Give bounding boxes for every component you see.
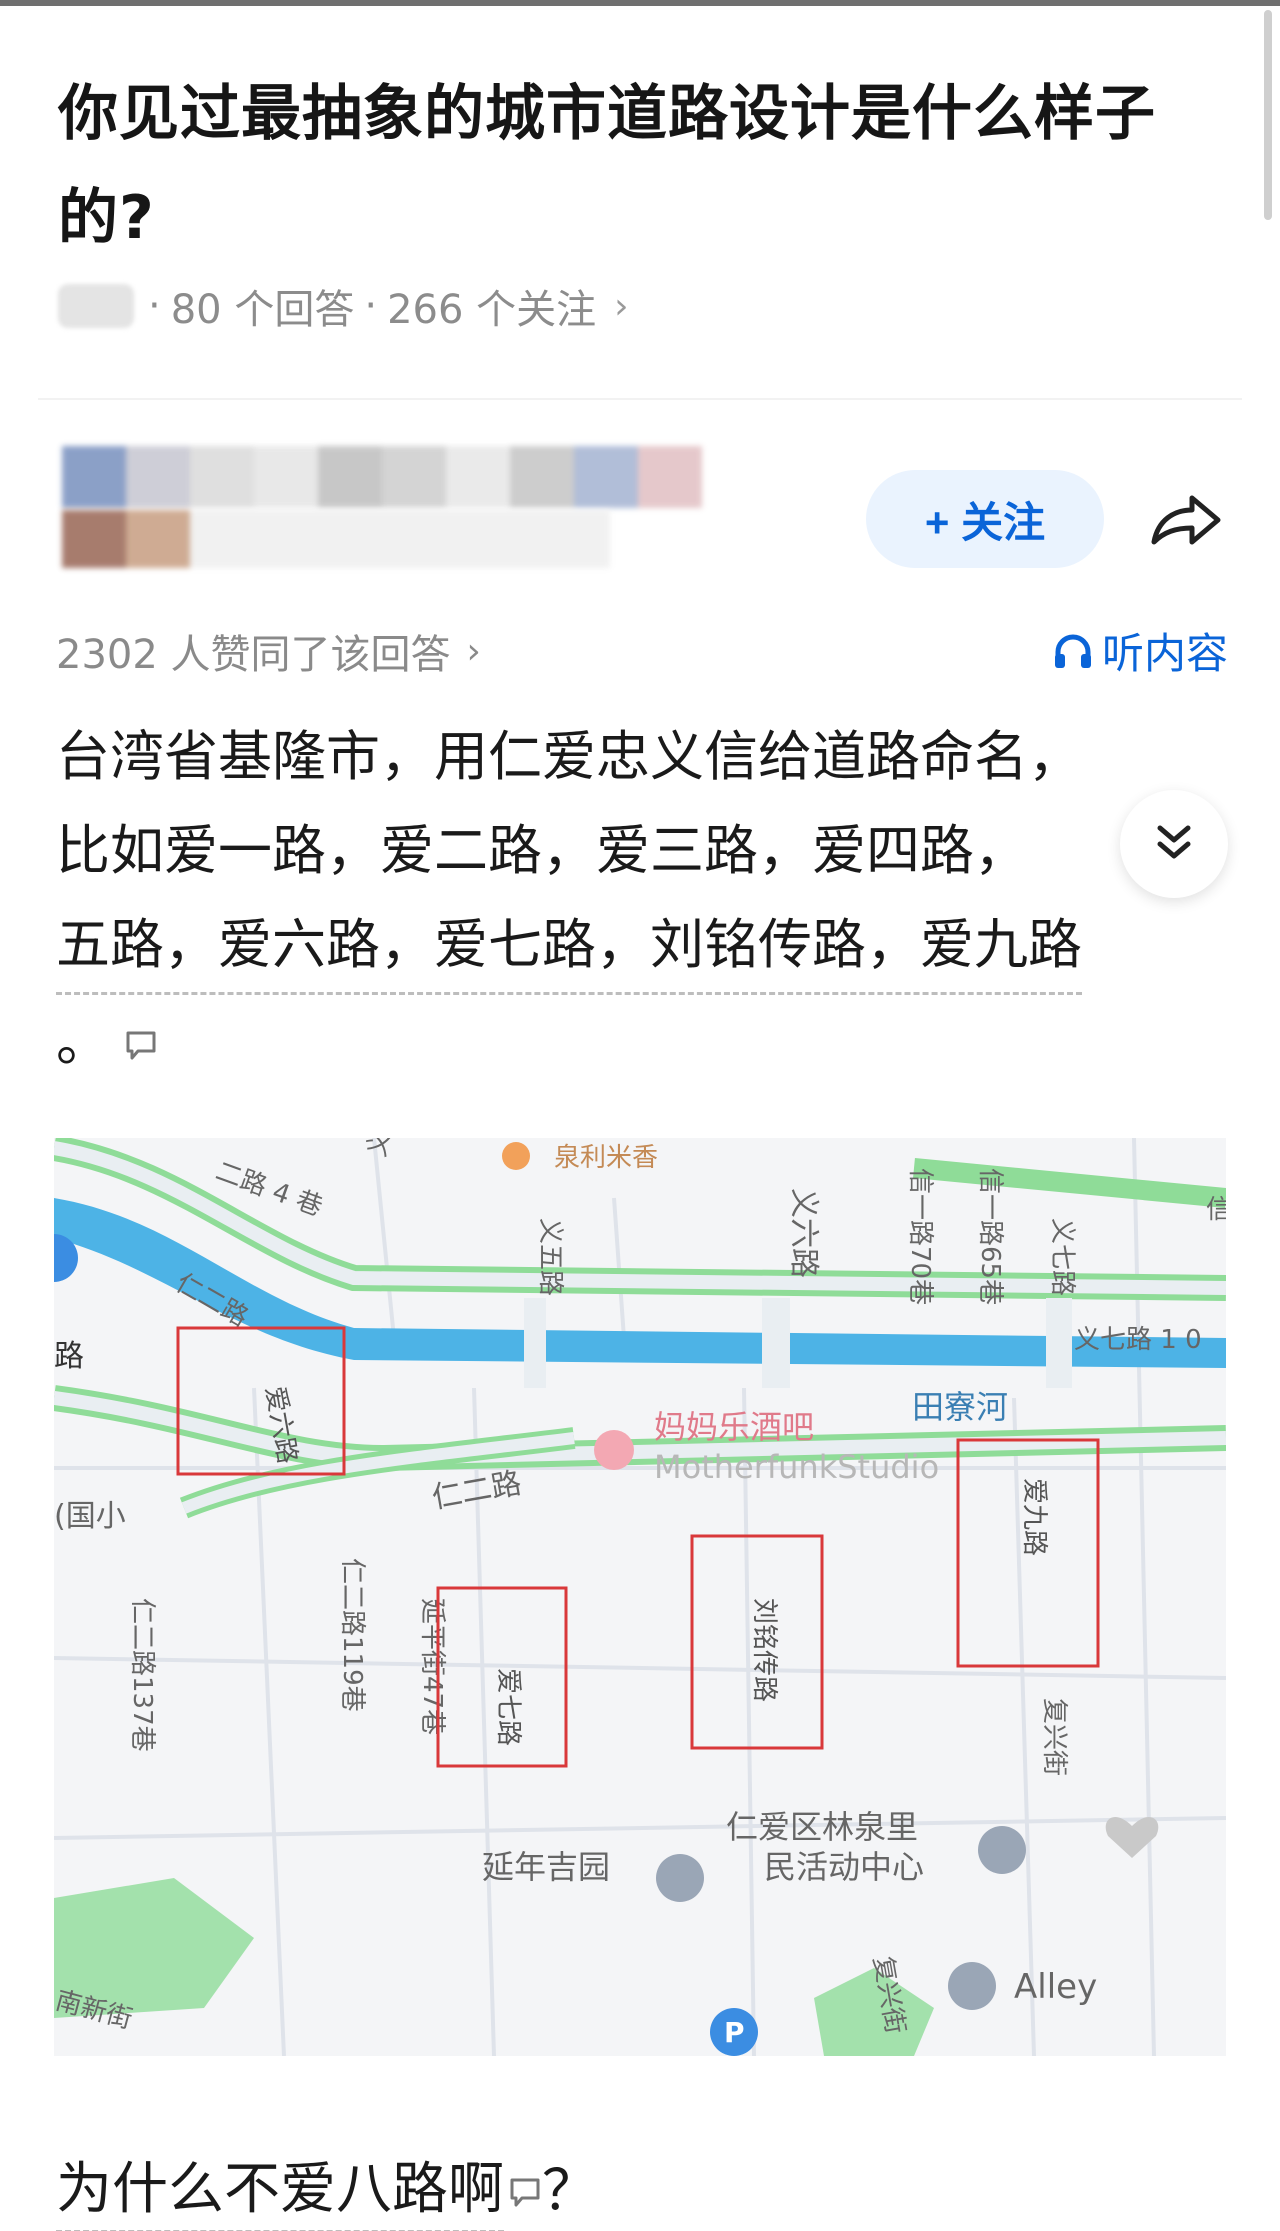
map-label-tianliao: 田寮河 (912, 1388, 1008, 1426)
scrollbar[interactable] (1264, 10, 1272, 220)
answer-line-1: 台湾省基隆市，用仁爱忠义信给道路命名， (56, 725, 1082, 788)
double-chevron-down-icon (1157, 825, 1191, 859)
map-label-yiwu: 义五路 (535, 1218, 565, 1296)
vote-count-link[interactable]: 2302 人赞同了该回答 › (56, 622, 481, 680)
map-label-linquan1: 仁爱区林泉里 (726, 1808, 918, 1846)
expand-button[interactable] (1120, 790, 1228, 898)
map-label-bar: 妈妈乐酒吧 (654, 1408, 814, 1446)
blurred-author-bio (62, 510, 610, 568)
top-status-strip (0, 0, 1280, 6)
map-label-renerlu-mid: 仁二路 (429, 1466, 524, 1516)
answer-line-3: 五路，爱六路，爱七路，刘铭传路，爱九路 (56, 898, 1082, 995)
chevron-right-icon: › (614, 285, 629, 327)
map-label-fuxing: 复兴街 (1039, 1698, 1069, 1776)
listen-label: 听内容 (1101, 629, 1228, 678)
chevron-right-icon: › (466, 630, 481, 672)
comment-icon[interactable] (508, 2152, 542, 2231)
map-label-yannian: 延年吉园 (482, 1848, 610, 1886)
parking-label: P (724, 2016, 745, 2049)
comment-icon[interactable] (124, 998, 158, 1092)
blurred-topic (58, 284, 134, 328)
answer-line-4: 。 (56, 995, 1216, 1092)
answer-content[interactable]: 台湾省基隆市，用仁爱忠义信给道路命名， 比如爱一路，爱二路，爱三路，爱四路， 五… (56, 710, 1216, 1092)
map-label-xin-right: 信 (1206, 1195, 1226, 1225)
blurred-author-name (62, 446, 702, 508)
map-label-linquan2: 民活动中心 (764, 1848, 924, 1886)
answers-count: 80 个回答 (170, 287, 355, 333)
share-icon[interactable] (1146, 480, 1226, 560)
follow-button[interactable]: + 关注 (866, 470, 1104, 568)
map-label-alley: Alley (1014, 1967, 1097, 2007)
meta-separator-2: · (364, 283, 378, 329)
follow-up-suffix: ？ (542, 2158, 598, 2224)
meta-separator: · (148, 283, 161, 329)
bar-pin-icon (594, 1430, 634, 1470)
map-label-xinyi65: 信一路65巷 (975, 1168, 1005, 1305)
map-label-guoxiao: (国小 (54, 1499, 126, 1534)
question-meta[interactable]: · 80 个回答 · 266 个关注 › (58, 276, 629, 336)
map-label-aijiu: 爱九路 (1019, 1478, 1049, 1556)
map-label-quanli: 泉利米香 (554, 1143, 658, 1173)
map-image[interactable]: 泉利米香 二路 4 巷 义四路 义五路 义六路 信一路70巷 信一路65巷 义七… (54, 1138, 1226, 2056)
map-label-bar-en: MotherfunkStudio (654, 1448, 939, 1486)
map-label-aiqi: 爱七路 (493, 1668, 523, 1746)
followers-count: 266 个关注 (387, 287, 597, 333)
alley-pin-icon (948, 1962, 996, 2010)
restaurant-icon (502, 1142, 530, 1170)
listen-button[interactable]: 听内容 (1052, 620, 1228, 681)
answer-line-2: 比如爱一路，爱二路，爱三路，爱四路， (56, 819, 1028, 882)
vote-count: 2302 人赞同了该回答 (56, 632, 451, 678)
map-label-rener137: 仁二路137巷 (127, 1598, 157, 1752)
author-row[interactable] (62, 446, 782, 576)
follow-up-question[interactable]: 为什么不爱八路啊 ？ (56, 2150, 598, 2231)
divider (38, 398, 1242, 400)
answer-line-4-text: 。 (56, 1010, 110, 1073)
map-label-yiqi: 义七路 (1047, 1218, 1077, 1296)
map-label-lu-left: 路 (54, 1339, 84, 1374)
map-label-yanping47: 延平街47巷 (417, 1598, 447, 1735)
question-title[interactable]: 你见过最抽象的城市道路设计是什么样子的? (58, 62, 1238, 270)
map-label-liumingchuan: 刘铭传路 (749, 1598, 779, 1702)
map-label-xinyi70: 信一路70巷 (905, 1168, 935, 1305)
landmark-icon (656, 1854, 704, 1902)
map-label-rener119: 仁二路119巷 (337, 1558, 367, 1712)
map-label-yiqi-right: 义七路 1 0 (1074, 1325, 1202, 1355)
headphones-icon (1054, 634, 1091, 668)
map-label-yiliu: 义六路 (786, 1188, 821, 1278)
follow-up-text: 为什么不爱八路啊 (56, 2150, 504, 2231)
community-center-icon (978, 1826, 1026, 1874)
map-label-yisi: 义四路 (362, 1138, 411, 1160)
